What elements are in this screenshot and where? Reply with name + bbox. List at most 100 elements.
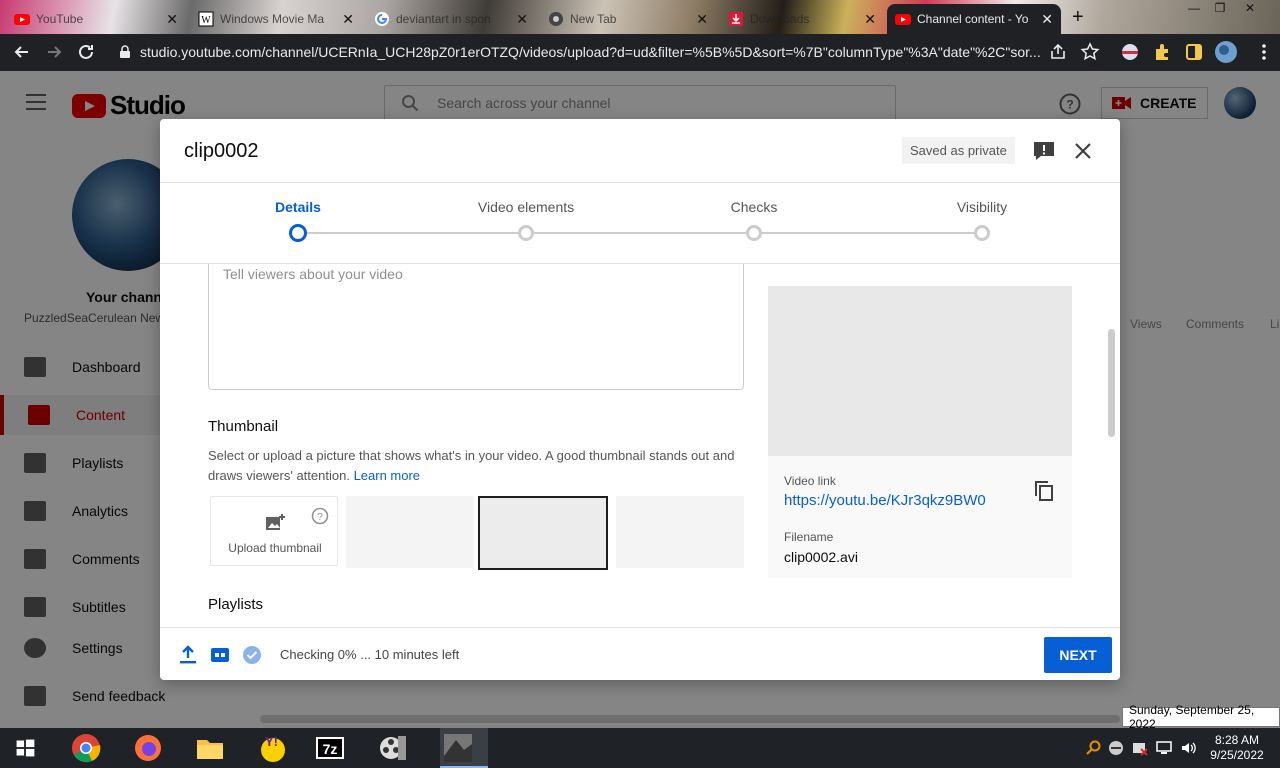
tab-title: Windows Movie Ma	[220, 12, 325, 26]
tab-youtube[interactable]: YouTube ✕	[6, 4, 186, 34]
hd-processing-icon	[211, 648, 229, 662]
close-tab-icon[interactable]: ✕	[864, 11, 876, 28]
playlists-heading: Playlists	[208, 596, 264, 613]
close-tab-icon[interactable]: ✕	[342, 11, 354, 28]
dialog-header: clip0002 Saved as private	[160, 119, 1120, 183]
taskbar-clock[interactable]: 8:28 AM 9/25/2022	[1200, 733, 1274, 763]
thumbnail-heading: Thumbnail	[208, 418, 279, 435]
share-icon[interactable]	[1048, 42, 1068, 62]
tab-downloads[interactable]: Downloads ✕	[720, 4, 884, 34]
filename-label: Filename	[784, 530, 834, 544]
7zip-icon[interactable]: 7z	[314, 732, 346, 764]
upload-thumbnail-label: Upload thumbnail	[228, 541, 322, 555]
step-dot-visibility[interactable]	[974, 225, 990, 241]
thumbnail-text: Select or upload a picture that shows wh…	[208, 448, 735, 483]
step-dot-details[interactable]	[289, 224, 307, 242]
side-panel-icon[interactable]	[1184, 42, 1204, 62]
profile-extension-icon[interactable]	[1120, 42, 1140, 62]
chrome-icon[interactable]	[70, 732, 102, 764]
tab-wikipedia[interactable]: W Windows Movie Ma ✕	[190, 4, 362, 34]
add-image-icon	[266, 514, 285, 530]
close-window-icon[interactable]: ✕	[1238, 0, 1262, 16]
new-tab-button[interactable]: +	[1072, 6, 1084, 29]
learn-more-link[interactable]: Learn more	[354, 468, 420, 483]
svg-text:Y!: Y!	[265, 734, 278, 749]
step-checks[interactable]: Checks	[654, 199, 854, 215]
upload-dialog: clip0002 Saved as private Details Video …	[160, 119, 1120, 680]
svg-text:W: W	[201, 15, 211, 26]
upload-stepper: Details Video elements Checks Visibility	[160, 183, 1120, 264]
description-placeholder: Tell viewers about your video	[223, 266, 403, 282]
video-preview-player[interactable]	[768, 286, 1072, 456]
details-content: Tell viewers about your video Thumbnail …	[160, 264, 1120, 627]
movie-maker-icon[interactable]	[378, 732, 410, 764]
step-visibility[interactable]: Visibility	[882, 199, 1082, 215]
youtube-icon	[14, 14, 30, 25]
close-tab-icon[interactable]: ✕	[696, 11, 708, 28]
chrome-icon	[549, 12, 563, 26]
restore-icon[interactable]: ❐	[1208, 0, 1232, 16]
clock-time: 8:28 AM	[1214, 733, 1260, 747]
upload-icon	[180, 645, 196, 664]
thumbnail-option-2-selected[interactable]	[478, 496, 608, 570]
next-button[interactable]: NEXT	[1044, 637, 1112, 673]
yahoo-messenger-icon[interactable]: Y!	[256, 732, 288, 764]
bookmark-star-icon[interactable]	[1080, 42, 1100, 62]
tab-title: deviantart in spon	[396, 12, 491, 26]
start-icon[interactable]	[10, 732, 40, 764]
lock-icon[interactable]	[118, 45, 132, 59]
display-tray-icon[interactable]	[1156, 740, 1172, 756]
tab-channel-content[interactable]: Channel content - Yo ✕	[887, 4, 1061, 34]
search-tray-icon[interactable]	[1086, 740, 1102, 756]
close-tab-icon[interactable]: ✕	[516, 11, 528, 28]
volume-icon[interactable]	[1180, 740, 1196, 756]
reload-icon[interactable]	[76, 42, 96, 62]
filename-value: clip0002.avi	[784, 549, 858, 565]
video-preview-card: Video link https://youtu.be/KJr3qkz9BW0 …	[768, 286, 1072, 578]
tab-title: Downloads	[750, 12, 810, 26]
forward-icon[interactable]	[44, 42, 64, 62]
copy-icon[interactable]	[1034, 480, 1054, 502]
close-tab-icon[interactable]: ✕	[1041, 11, 1053, 28]
stepper-track	[298, 232, 982, 234]
minimize-icon[interactable]: —	[1182, 0, 1206, 16]
menu-kebab-icon[interactable]	[1254, 42, 1274, 62]
step-dot-checks[interactable]	[746, 225, 762, 241]
tab-google[interactable]: deviantart in spon ✕	[366, 4, 536, 34]
address-bar[interactable]: studio.youtube.com/channel/UCERnIa_UCH28…	[116, 37, 1106, 67]
close-tab-icon[interactable]: ✕	[166, 11, 178, 28]
tab-title: Channel content - Yo	[917, 12, 1029, 26]
step-dot-video-elements[interactable]	[518, 225, 534, 241]
back-icon[interactable]	[12, 42, 32, 62]
upload-status-text: Checking 0% ... 10 minutes left	[280, 647, 460, 662]
step-details[interactable]: Details	[198, 199, 398, 215]
tab-new-tab[interactable]: New Tab ✕	[540, 4, 716, 34]
vertical-scrollbar[interactable]	[1108, 329, 1115, 437]
tab-title: New Tab	[570, 12, 617, 26]
step-video-elements[interactable]: Video elements	[426, 199, 626, 215]
date-tooltip: Sunday, September 25, 2022	[1122, 703, 1280, 731]
firefox-icon[interactable]	[132, 732, 164, 764]
video-link[interactable]: https://youtu.be/KJr3qkz9BW0	[784, 492, 986, 509]
active-taskbar-app[interactable]	[440, 728, 488, 768]
windows-taskbar: Y! 7z 8:28 AM 9/25/2022	[0, 728, 1280, 768]
description-textarea[interactable]: Tell viewers about your video	[208, 264, 744, 390]
profile-avatar-icon[interactable]	[1214, 40, 1238, 64]
app-icon	[444, 734, 472, 762]
help-circle-icon[interactable]: ?	[311, 507, 329, 525]
report-issue-icon[interactable]	[1033, 141, 1055, 161]
network-tray-icon[interactable]	[1108, 740, 1124, 756]
thumbnail-option-3[interactable]	[616, 496, 744, 568]
thumbnail-option-1[interactable]	[346, 496, 474, 568]
tab-title: YouTube	[36, 12, 84, 26]
url-text: studio.youtube.com/channel/UCERnIa_UCH28…	[140, 44, 1041, 60]
upload-thumbnail-button[interactable]: ? Upload thumbnail	[210, 496, 338, 566]
svg-text:7z: 7z	[323, 741, 338, 757]
file-explorer-icon[interactable]	[194, 732, 226, 764]
action-center-icon[interactable]	[1132, 740, 1148, 756]
wikipedia-icon: W	[198, 11, 214, 27]
close-icon[interactable]	[1073, 141, 1093, 161]
download-icon	[729, 12, 743, 26]
extensions-icon[interactable]	[1152, 42, 1172, 62]
google-icon	[375, 12, 389, 26]
